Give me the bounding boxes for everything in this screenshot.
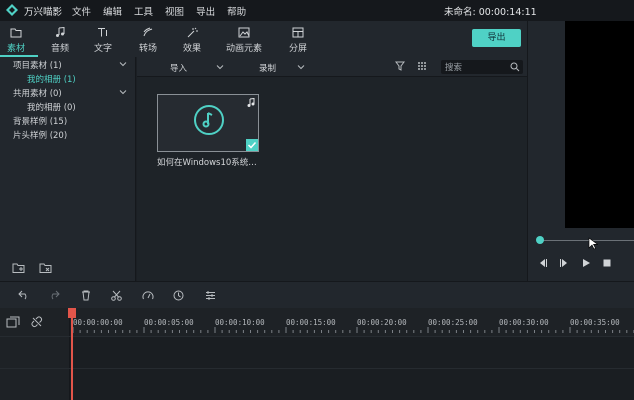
image-element-icon [238,27,250,38]
library-item-intro-samples[interactable]: 片头样例 (20) [13,129,67,141]
library-item-shared-album[interactable]: 我的相册 (0) [27,101,76,113]
filter-icon[interactable] [395,61,405,71]
add-folder-icon[interactable] [39,262,53,274]
record-dropdown[interactable]: 录制 [259,62,276,74]
adjust-settings-icon[interactable] [205,290,216,301]
delete-icon[interactable] [81,290,91,301]
playhead-line[interactable] [71,312,73,400]
library-item-project-media[interactable]: 项目素材 (1) [13,59,62,71]
tab-effects[interactable]: 效果 [170,21,214,57]
menu-bar: 文件 编辑 工具 视图 导出 帮助 [72,4,258,18]
ruler-ticks [72,327,634,333]
transition-icon [143,27,153,37]
previous-frame-icon[interactable] [538,258,548,268]
tab-elements[interactable]: 动画元素 [222,21,266,57]
library-item-shared-media[interactable]: 共用素材 (0) [13,87,62,99]
chevron-down-icon[interactable] [297,64,305,70]
audio-badge-icon [247,98,255,107]
ruler-timestamp: 00:00:05:00 [144,318,194,327]
menu-export[interactable]: 导出 [196,4,215,18]
tab-audio-label: 音频 [50,44,69,54]
redo-icon[interactable] [48,290,60,300]
speed-icon[interactable] [142,290,154,301]
undo-icon[interactable] [18,290,30,300]
play-icon[interactable] [581,258,591,268]
cut-icon[interactable] [111,290,122,301]
music-note-icon [56,27,65,37]
menu-edit[interactable]: 编辑 [103,4,122,18]
app-logo-icon [6,4,18,16]
chevron-down-icon[interactable] [119,89,127,95]
track-divider [0,368,634,369]
ruler-timestamp: 00:00:20:00 [357,318,407,327]
library-item-my-album[interactable]: 我的相册 (1) [27,73,76,85]
menu-view[interactable]: 视图 [165,4,184,18]
media-toolbar: 素材 音频 文字 转场 效果 动画元素 分屏 [0,21,527,57]
timeline-toolbar [0,281,634,308]
search-input[interactable]: 搜索 [441,60,523,74]
tab-audio[interactable]: 音频 [38,21,82,57]
tab-split-screen-label: 分屏 [288,44,307,54]
mouse-cursor-icon [588,237,598,250]
ruler-timestamp: 00:00:35:00 [570,318,620,327]
folder-icon [10,28,22,38]
track-header [0,308,70,400]
unlink-icon[interactable] [31,316,43,328]
export-button[interactable]: 导出 [472,29,521,47]
media-clip-name: 如何在Windows10系统… [157,158,257,168]
preview-screen [565,21,634,228]
stop-icon[interactable] [602,258,612,268]
track-divider [0,336,634,337]
tab-split-screen[interactable]: 分屏 [276,21,320,57]
add-track-icon[interactable] [6,316,20,328]
search-placeholder: 搜索 [445,63,463,73]
project-title: 未命名: 00:00:14:11 [444,7,537,18]
tab-text-label: 文字 [93,44,112,54]
tab-elements-label: 动画元素 [225,44,262,54]
ruler-timestamp: 00:00:25:00 [428,318,478,327]
tab-media-label: 素材 [6,44,25,54]
timeline-ruler[interactable]: 00:00:00:00 00:00:05:00 00:00:10:00 00:0… [70,308,634,336]
ruler-timestamp: 00:00:10:00 [215,318,265,327]
duration-clock-icon[interactable] [173,290,184,301]
library-item-background-samples[interactable]: 背景样例 (15) [13,115,67,127]
ruler-timestamp: 00:00:00:00 [73,318,123,327]
tab-transition-label: 转场 [138,44,157,54]
playhead-handle[interactable] [68,308,76,318]
app-name: 万兴喵影 [24,7,63,18]
new-folder-icon[interactable] [12,262,26,274]
music-note-icon [194,105,224,135]
tab-media[interactable]: 素材 [0,21,38,57]
import-dropdown[interactable]: 导入 [170,62,187,74]
checkmark-icon [247,141,257,149]
preview-scrub-track[interactable] [540,240,634,241]
ruler-timestamp: 00:00:30:00 [499,318,549,327]
next-frame-icon[interactable] [559,258,569,268]
menu-tools[interactable]: 工具 [134,4,153,18]
menu-file[interactable]: 文件 [72,4,91,18]
clip-added-check [246,139,258,151]
title-bar: 万兴喵影 文件 编辑 工具 视图 导出 帮助 未命名: 00:00:14:11 [0,0,634,21]
tab-effects-label: 效果 [182,44,201,54]
tab-transition[interactable]: 转场 [126,21,170,57]
sparkle-effect-icon [187,27,198,38]
split-screen-icon [292,27,304,38]
grid-view-icon[interactable] [417,61,427,71]
menu-help[interactable]: 帮助 [227,4,246,18]
media-clip-thumbnail[interactable] [157,94,259,152]
search-icon[interactable] [510,62,520,72]
preview-scrub-handle[interactable] [536,236,544,244]
chevron-down-icon[interactable] [119,61,127,67]
ruler-timestamp: 00:00:15:00 [286,318,336,327]
chevron-down-icon[interactable] [216,64,224,70]
tab-text[interactable]: 文字 [81,21,125,57]
text-icon [98,28,107,37]
